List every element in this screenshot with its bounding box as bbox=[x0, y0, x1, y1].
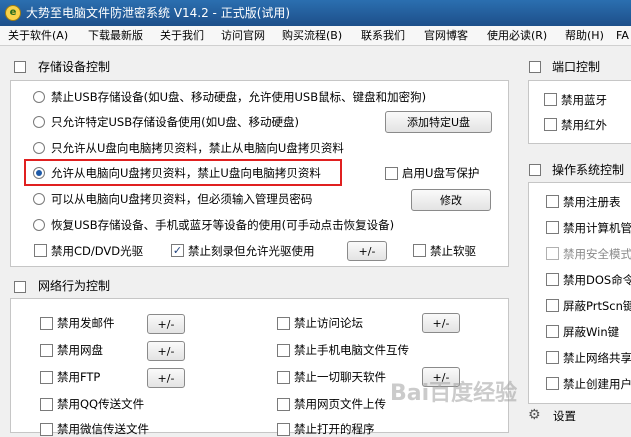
os-label-3: 禁用DOS命令 bbox=[563, 273, 631, 287]
watermark-logo: Bai百度经验 bbox=[390, 381, 518, 406]
network-right-label-3: 禁用网页文件上传 bbox=[294, 397, 386, 411]
chat-checkbox[interactable] bbox=[277, 371, 290, 384]
forum-plus-minus-button[interactable]: +/- bbox=[422, 313, 460, 333]
create-user-checkbox[interactable] bbox=[546, 377, 559, 390]
network-right-label-4: 禁止打开的程序 bbox=[294, 422, 375, 436]
option-usb-to-pc-label: 只允许从U盘向电脑拷贝资料，禁止从电脑向U盘拷贝资料 bbox=[51, 141, 344, 155]
write-protect-label: 启用U盘写保护 bbox=[402, 166, 480, 180]
menu-purchase[interactable]: 购买流程(B) bbox=[282, 26, 342, 46]
radio-block-usb[interactable] bbox=[33, 91, 45, 103]
program-checkbox[interactable] bbox=[277, 423, 290, 436]
menu-must-read[interactable]: 使用必读(R) bbox=[487, 26, 547, 46]
dos-checkbox[interactable] bbox=[546, 273, 559, 286]
radio-pc-to-usb[interactable] bbox=[33, 167, 45, 179]
menu-bar: 关于软件(A) 下载最新版 关于我们 访问官网 购买流程(B) 联系我们 官网博… bbox=[0, 26, 631, 46]
storage-section-title: 存储设备控制 bbox=[38, 60, 111, 74]
infrared-checkbox[interactable] bbox=[544, 118, 557, 131]
os-label-5: 屏蔽Win键 bbox=[563, 325, 620, 339]
email-plus-minus-button[interactable]: +/- bbox=[147, 314, 185, 334]
ftp-plus-minus-button[interactable]: +/- bbox=[147, 368, 185, 388]
gear-icon[interactable]: ⚙ bbox=[528, 407, 541, 423]
port-section-icon bbox=[529, 61, 541, 73]
network-section-icon bbox=[14, 281, 26, 293]
window-title: 大势至电脑文件防泄密系统 V14.2 - 正式版(试用) bbox=[26, 6, 291, 20]
write-protect-checkbox[interactable] bbox=[385, 167, 398, 180]
radio-restore[interactable] bbox=[33, 219, 45, 231]
win-key-checkbox[interactable] bbox=[546, 325, 559, 338]
ftp-checkbox[interactable] bbox=[40, 371, 53, 384]
network-right-label-0: 禁止访问论坛 bbox=[294, 316, 363, 330]
netdisk-checkbox[interactable] bbox=[40, 344, 53, 357]
safe-mode-checkbox[interactable] bbox=[546, 247, 559, 260]
network-left-label-1: 禁用网盘 bbox=[57, 343, 103, 357]
bluetooth-checkbox[interactable] bbox=[544, 93, 557, 106]
option-specific-usb-label: 只允许特定USB存储设备使用(如U盘、移动硬盘) bbox=[51, 115, 299, 129]
menu-blog[interactable]: 官网博客 bbox=[424, 26, 468, 46]
menu-about-software[interactable]: 关于软件(A) bbox=[8, 26, 68, 46]
email-checkbox[interactable] bbox=[40, 317, 53, 330]
network-left-label-0: 禁用发邮件 bbox=[57, 316, 115, 330]
storage-panel: 禁止USB存储设备(如U盘、移动硬盘，允许使用USB鼠标、键盘和加密狗) 只允许… bbox=[10, 80, 509, 267]
port-label-1: 禁用红外 bbox=[561, 118, 607, 132]
app-logo-icon: e bbox=[5, 5, 21, 21]
burn-plus-minus-button[interactable]: +/- bbox=[347, 241, 387, 261]
burn-checkbox[interactable]: ✓ bbox=[171, 244, 184, 257]
menu-about-us[interactable]: 关于我们 bbox=[160, 26, 204, 46]
os-label-7: 禁止创建用户 bbox=[563, 377, 631, 391]
os-label-6: 禁止网络共享 bbox=[563, 351, 631, 365]
wechat-checkbox[interactable] bbox=[40, 423, 53, 436]
network-left-label-3: 禁用QQ传送文件 bbox=[57, 397, 145, 411]
menu-faq[interactable]: FA bbox=[616, 26, 629, 46]
os-label-0: 禁用注册表 bbox=[563, 195, 621, 209]
floppy-label: 禁止软驱 bbox=[430, 244, 476, 258]
network-right-label-1: 禁止手机电脑文件互传 bbox=[294, 343, 409, 357]
menu-download[interactable]: 下载最新版 bbox=[88, 26, 143, 46]
radio-password[interactable] bbox=[33, 193, 45, 205]
os-section-title: 操作系统控制 bbox=[552, 163, 625, 177]
phone-transfer-checkbox[interactable] bbox=[277, 344, 290, 357]
qq-checkbox[interactable] bbox=[40, 398, 53, 411]
computer-mgmt-checkbox[interactable] bbox=[546, 221, 559, 234]
option-restore-label: 恢复USB存储设备、手机或蓝牙等设备的使用(可手动点击恢复设备) bbox=[51, 218, 395, 232]
burn-label: 禁止刻录但允许光驱使用 bbox=[188, 244, 315, 258]
radio-specific-usb[interactable] bbox=[33, 116, 45, 128]
os-label-4: 屏蔽PrtScn键 bbox=[563, 299, 631, 313]
settings-label[interactable]: 设置 bbox=[553, 408, 576, 424]
cd-dvd-label: 禁用CD/DVD光驱 bbox=[51, 244, 144, 258]
storage-section-icon bbox=[14, 61, 26, 73]
upload-checkbox[interactable] bbox=[277, 398, 290, 411]
option-password-label: 可以从电脑向U盘拷贝资料，但必须输入管理员密码 bbox=[51, 192, 313, 206]
network-left-label-2: 禁用FTP bbox=[57, 370, 101, 384]
port-panel: 禁用蓝牙 禁用红外 bbox=[528, 80, 631, 144]
network-panel: 禁用发邮件 +/- 禁用网盘 +/- 禁用FTP +/- 禁用QQ传送文件 禁用… bbox=[10, 298, 509, 436]
floppy-checkbox[interactable] bbox=[413, 244, 426, 257]
registry-checkbox[interactable] bbox=[546, 195, 559, 208]
port-section-title: 端口控制 bbox=[552, 60, 601, 74]
os-panel: 禁用注册表 禁用计算机管 禁用安全模式 禁用DOS命令 屏蔽PrtScn键 屏蔽… bbox=[528, 182, 631, 404]
option-pc-to-usb-label: 允许从电脑向U盘拷贝资料，禁止U盘向电脑拷贝资料 bbox=[51, 166, 321, 180]
menu-website[interactable]: 访问官网 bbox=[221, 26, 265, 46]
network-share-checkbox[interactable] bbox=[546, 351, 559, 364]
netdisk-plus-minus-button[interactable]: +/- bbox=[147, 341, 185, 361]
menu-contact[interactable]: 联系我们 bbox=[361, 26, 405, 46]
title-bar: e 大势至电脑文件防泄密系统 V14.2 - 正式版(试用) bbox=[0, 0, 631, 26]
radio-usb-to-pc[interactable] bbox=[33, 142, 45, 154]
os-label-2: 禁用安全模式 bbox=[563, 247, 631, 261]
os-section-icon bbox=[529, 164, 541, 176]
modify-password-button[interactable]: 修改 bbox=[411, 189, 491, 211]
add-specific-usb-button[interactable]: 添加特定U盘 bbox=[385, 111, 492, 133]
os-label-1: 禁用计算机管 bbox=[563, 221, 631, 235]
menu-help[interactable]: 帮助(H) bbox=[565, 26, 604, 46]
port-label-0: 禁用蓝牙 bbox=[561, 93, 607, 107]
forum-checkbox[interactable] bbox=[277, 317, 290, 330]
network-right-label-2: 禁止一切聊天软件 bbox=[294, 370, 386, 384]
network-left-label-4: 禁用微信传送文件 bbox=[57, 422, 149, 436]
prtscn-checkbox[interactable] bbox=[546, 299, 559, 312]
option-block-usb-label: 禁止USB存储设备(如U盘、移动硬盘，允许使用USB鼠标、键盘和加密狗) bbox=[51, 90, 427, 104]
cd-dvd-checkbox[interactable] bbox=[34, 244, 47, 257]
network-section-title: 网络行为控制 bbox=[38, 279, 111, 293]
